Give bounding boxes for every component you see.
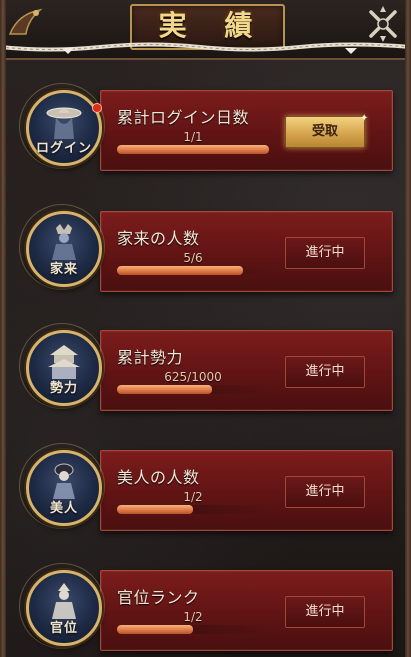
- progress-bar: [117, 266, 269, 275]
- notification-dot: [92, 103, 102, 113]
- progress-fill: [117, 145, 269, 154]
- in-progress-button[interactable]: 進行中: [285, 356, 365, 388]
- achievement-card: 美人の人数 1/2 進行中: [100, 450, 393, 531]
- rope-divider: [0, 42, 411, 54]
- achievement-badge: 家来: [26, 211, 102, 287]
- progress-fill: [117, 505, 193, 514]
- progress-text: 5/6: [183, 251, 203, 265]
- achievement-badge: 美人: [26, 450, 102, 526]
- sparkle-icon: ✦: [360, 113, 369, 124]
- achievement-badge: 官位: [26, 570, 102, 646]
- left-ornament-icon: [8, 8, 43, 35]
- claim-button[interactable]: 受取: [285, 116, 365, 148]
- in-progress-button[interactable]: 進行中: [285, 237, 365, 269]
- achievement-card: 官位ランク 1/2 進行中: [100, 570, 393, 651]
- progress-fill: [117, 625, 193, 634]
- in-progress-button[interactable]: 進行中: [285, 476, 365, 508]
- achievement-list[interactable]: 累計ログイン日数 1/1 受取 ✦ ログイン 家来の人数 5/6 進行中 家来 …: [0, 58, 411, 657]
- achievement-badge: 勢力: [26, 330, 102, 406]
- progress-bar: [117, 145, 269, 154]
- badge-label: 家来: [49, 262, 78, 277]
- achievement-card: 累計勢力 625/1000 進行中: [100, 330, 393, 411]
- armored-samurai-icon: [52, 224, 76, 260]
- achievement-card: 累計ログイン日数 1/1 受取 ✦: [100, 90, 393, 171]
- progress-text: 1/2: [183, 490, 203, 504]
- progress-bar: [117, 505, 269, 514]
- progress-text: 625/1000: [164, 370, 222, 384]
- progress-bar: [117, 385, 269, 394]
- close-icon[interactable]: [363, 4, 403, 44]
- achievement-badge: ログイン: [26, 90, 102, 166]
- achievement-name: 官位ランク: [117, 588, 200, 607]
- progress-text: 1/1: [183, 130, 203, 144]
- badge-label: 美人: [49, 501, 78, 516]
- official-icon: [52, 583, 76, 619]
- header: 実 績: [0, 0, 411, 60]
- achievement-name: 美人の人数: [117, 468, 200, 487]
- badge-label: 官位: [49, 621, 78, 636]
- lady-icon: [53, 463, 75, 499]
- progress-fill: [117, 266, 244, 275]
- achievement-name: 累計勢力: [117, 348, 184, 367]
- castle-icon: [48, 345, 80, 379]
- samurai-hat-icon: [46, 107, 82, 139]
- achievement-name: 家来の人数: [117, 229, 200, 248]
- badge-label: ログイン: [35, 141, 92, 156]
- achievement-name: 累計ログイン日数: [117, 108, 250, 127]
- achievement-card: 家来の人数 5/6 進行中: [100, 211, 393, 292]
- progress-bar: [117, 625, 269, 634]
- in-progress-button[interactable]: 進行中: [285, 596, 365, 628]
- progress-fill: [117, 385, 212, 394]
- progress-text: 1/2: [183, 610, 203, 624]
- badge-label: 勢力: [49, 381, 78, 396]
